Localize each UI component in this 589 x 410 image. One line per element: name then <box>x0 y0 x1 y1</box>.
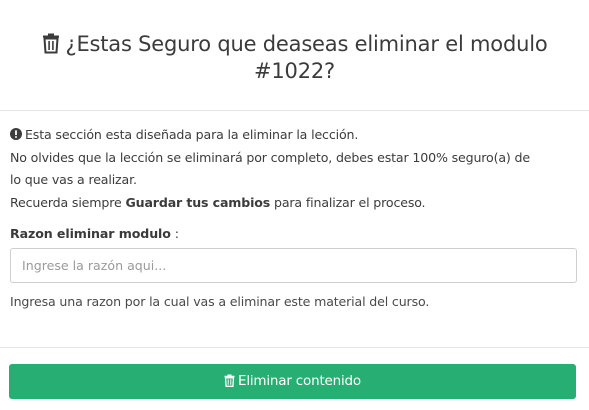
info-text-4-prefix: Recuerda siempre <box>10 194 126 210</box>
info-line: Esta sección esta diseñada para la elimi… <box>10 124 579 147</box>
save-changes-emphasis: Guardar tus cambios <box>125 194 271 210</box>
info-text-3: lo que vas a realizar. <box>10 172 137 187</box>
reason-label: Razon eliminar modulo : <box>10 226 579 241</box>
info-text-4: Recuerda siempre Guardar tus cambios par… <box>10 192 579 215</box>
modal-title: ¿Estas Seguro que deaseas eliminar el mo… <box>0 31 589 85</box>
reason-input[interactable] <box>10 248 577 283</box>
reason-help-text: Ingresa una razon por la cual vas a elim… <box>10 294 430 309</box>
delete-content-label: Eliminar contenido <box>238 373 361 389</box>
delete-module-modal: ¿Estas Seguro que deaseas eliminar el mo… <box>0 0 589 410</box>
modal-title-text: ¿Estas Seguro que deaseas eliminar el mo… <box>65 32 548 83</box>
info-text-2: No olvides que la lección se eliminará p… <box>10 149 530 165</box>
info-text-4-suffix: para finalizar el proceso. <box>270 194 426 210</box>
reason-label-text: Razon eliminar modulo <box>10 226 171 241</box>
info-block: Esta sección esta diseñada para la elimi… <box>10 124 579 214</box>
modal-footer: Eliminar contenido <box>0 349 589 410</box>
delete-content-button[interactable]: Eliminar contenido <box>9 364 576 399</box>
modal-header: ¿Estas Seguro que deaseas eliminar el mo… <box>0 0 589 111</box>
reason-label-colon: : <box>170 226 179 241</box>
exclamation-circle-icon <box>10 128 22 140</box>
info-text-1: Esta sección esta diseñada para la elimi… <box>25 127 359 142</box>
trash-icon <box>42 33 59 54</box>
modal-body: Esta sección esta diseñada para la elimi… <box>0 111 589 348</box>
trash-icon <box>224 374 235 387</box>
